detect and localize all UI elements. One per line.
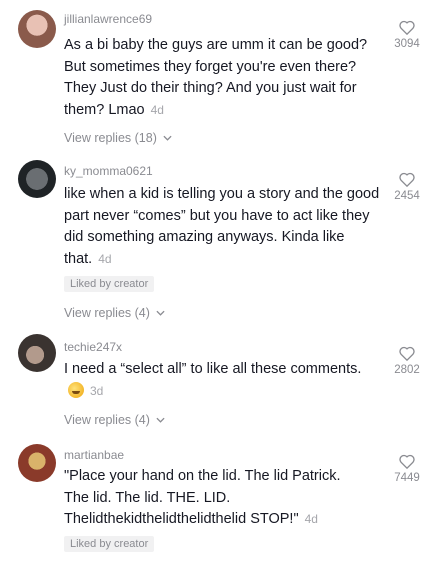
heart-icon[interactable]	[399, 20, 415, 35]
heart-icon[interactable]	[399, 172, 415, 187]
view-replies-button[interactable]: View replies (4)	[64, 306, 165, 320]
avatar[interactable]	[18, 10, 56, 48]
like-count: 7449	[394, 472, 420, 484]
liked-by-creator-badge: Liked by creator	[64, 536, 155, 552]
chevron-down-icon	[163, 135, 172, 141]
comment-time: 4d	[304, 512, 318, 526]
like-count: 2454	[394, 190, 420, 202]
comment-username[interactable]: techie247x	[64, 340, 122, 354]
comment-time: 4d	[150, 102, 164, 117]
comment-time: 3d	[90, 383, 104, 398]
heart-icon[interactable]	[399, 454, 415, 469]
like-button[interactable]: 7449	[387, 454, 427, 484]
avatar[interactable]	[18, 160, 56, 198]
comment-username[interactable]: ky_momma0621	[64, 164, 153, 178]
view-replies-button[interactable]: View replies (18)	[64, 131, 172, 145]
like-button[interactable]: 2454	[387, 172, 427, 202]
view-replies-label: View replies (18)	[64, 131, 157, 145]
heart-icon[interactable]	[399, 346, 415, 361]
like-count: 3094	[394, 38, 420, 50]
avatar[interactable]	[18, 334, 56, 372]
like-button[interactable]: 3094	[387, 20, 427, 50]
comment-text: As a bi baby the guys are umm it can be …	[64, 35, 384, 121]
comment-text: like when a kid is telling you a story a…	[64, 184, 384, 270]
comment-username[interactable]: martianbae	[64, 448, 124, 462]
like-count: 2802	[394, 364, 420, 376]
view-replies-label: View replies (4)	[64, 413, 150, 427]
comment-text: "Place your hand on the lid. The lid Pat…	[64, 466, 369, 531]
laughing-emoji-icon	[68, 381, 84, 398]
comment-time: 4d	[98, 251, 112, 266]
comment-body: "Place your hand on the lid. The lid Pat…	[64, 468, 341, 527]
view-replies-button[interactable]: View replies (4)	[64, 413, 165, 427]
view-replies-label: View replies (4)	[64, 306, 150, 320]
like-button[interactable]: 2802	[387, 346, 427, 376]
avatar[interactable]	[18, 444, 56, 482]
comment-username[interactable]: jillianlawrence69	[64, 12, 152, 26]
comment-text: I need a “select all” to like all these …	[64, 359, 364, 402]
chevron-down-icon	[156, 310, 165, 316]
comment-body: As a bi baby the guys are umm it can be …	[64, 37, 368, 118]
chevron-down-icon	[156, 417, 165, 423]
liked-by-creator-badge: Liked by creator	[64, 276, 155, 292]
comment-body: I need a “select all” to like all these …	[64, 361, 362, 377]
